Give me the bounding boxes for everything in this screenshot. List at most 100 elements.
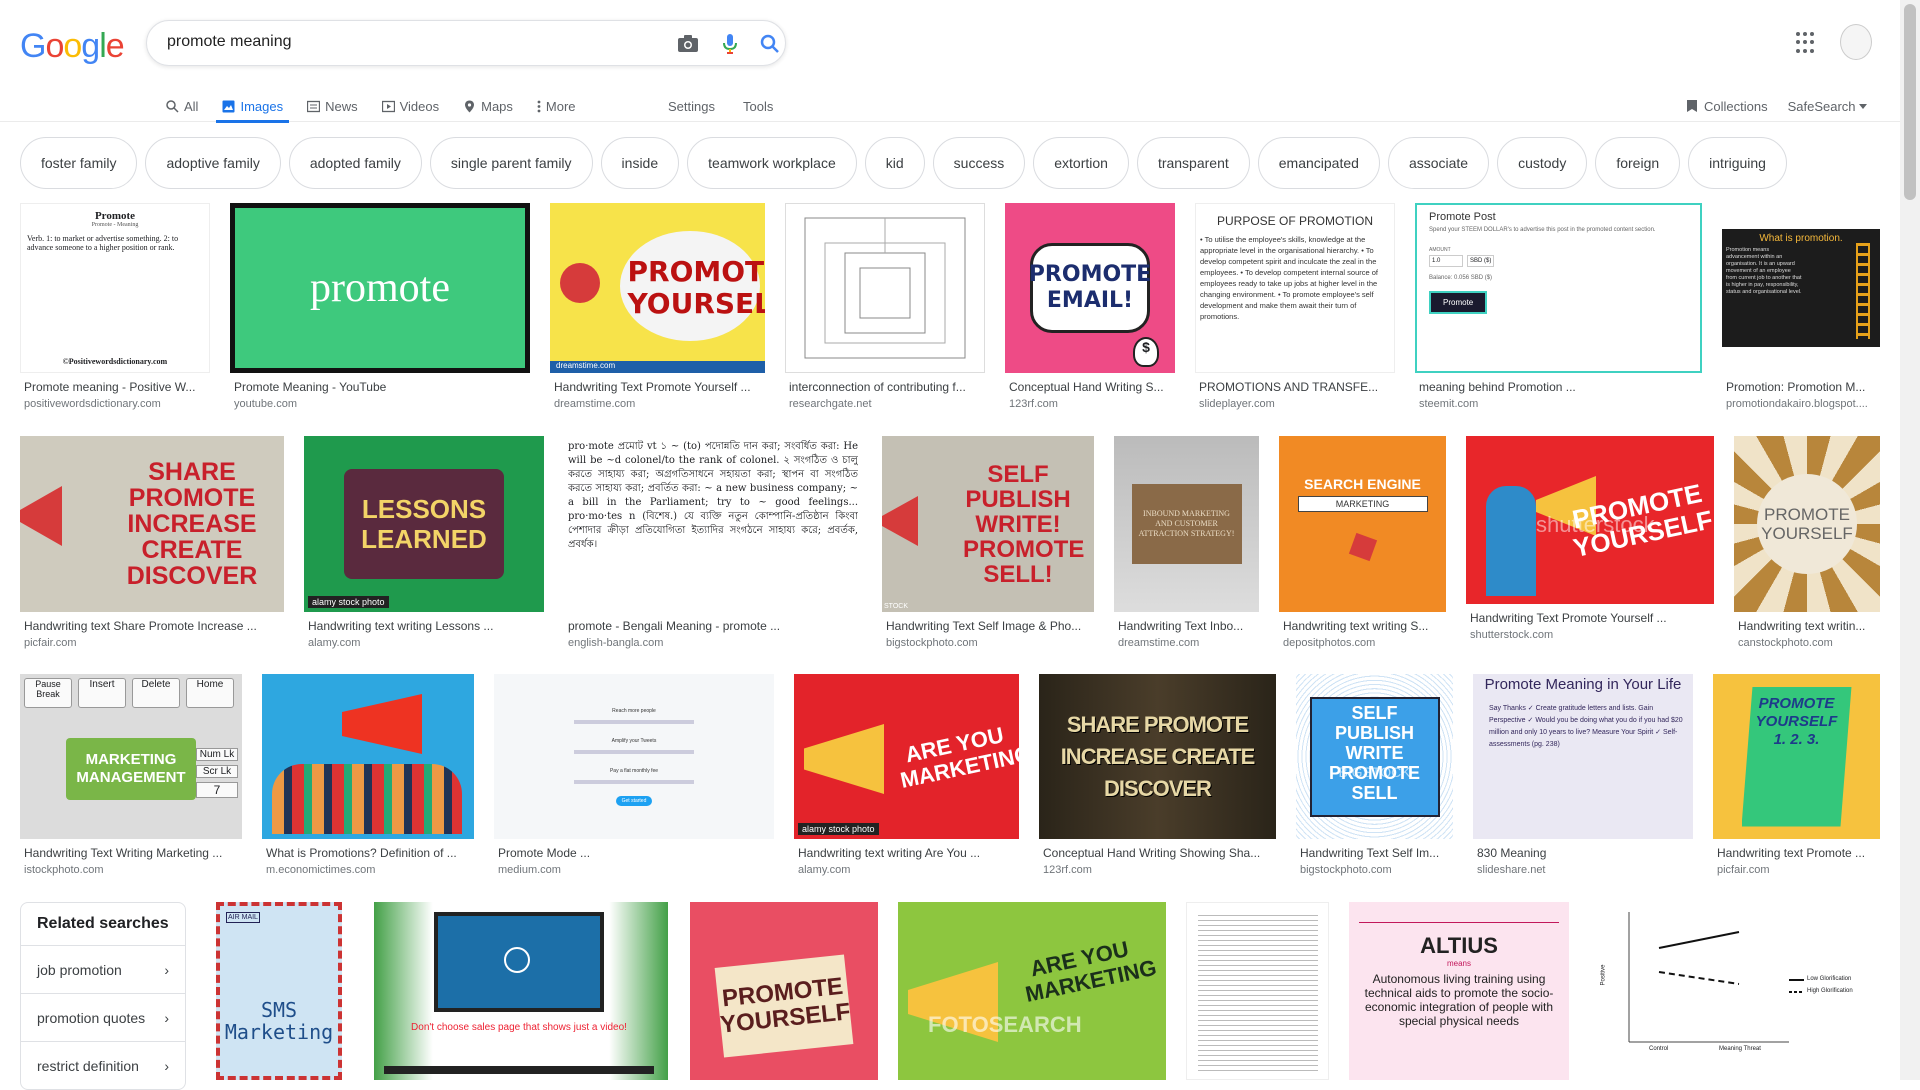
collections-button[interactable]: Collections	[1686, 99, 1768, 114]
result-title[interactable]: Handwriting Text Self Image & Pho...	[882, 619, 1094, 633]
tab-label: Videos	[399, 98, 440, 114]
chip[interactable]: emancipated	[1257, 137, 1380, 189]
chip[interactable]: teamwork workplace	[687, 137, 857, 189]
image-result[interactable]: What is promotion. Promotion means advan…	[1722, 203, 1880, 410]
chip[interactable]: adopted family	[288, 137, 422, 189]
result-title[interactable]: Handwriting Text Self Im...	[1296, 846, 1453, 860]
account-avatar[interactable]	[1840, 24, 1872, 60]
image-result[interactable]: SELF PUBLISH WRITE! PROMOTE SELL! STOCK …	[882, 436, 1094, 649]
result-title[interactable]: 830 Meaning	[1473, 846, 1693, 860]
image-result[interactable]: PROMOTE EMAIL! $ Conceptual Hand Writing…	[1005, 203, 1175, 410]
image-result[interactable]: ARE YOU MARKETING alamy stock photo Hand…	[794, 674, 1019, 876]
result-title[interactable]: interconnection of contributing f...	[785, 380, 985, 394]
image-result[interactable]: PROMOTE YOURSELF shutterstock Handwritin…	[1466, 436, 1714, 641]
thumb-text: • To utilise the employee's skills, know…	[1200, 235, 1379, 321]
related-search-item[interactable]: restrict definition ›	[21, 1041, 185, 1089]
search-icon[interactable]	[757, 31, 783, 57]
image-result[interactable]: SELF PUBLISH WRITE PROMOTE SELL BIGSTOCK…	[1296, 674, 1453, 876]
search-input[interactable]	[167, 33, 647, 51]
chip[interactable]: associate	[1387, 137, 1490, 189]
result-title[interactable]: Handwriting text writin...	[1734, 619, 1880, 633]
tab-news[interactable]: News	[307, 90, 358, 122]
result-title[interactable]: Conceptual Hand Writing Showing Sha...	[1039, 846, 1276, 860]
safesearch-button[interactable]: SafeSearch	[1788, 99, 1867, 114]
image-result[interactable]: Promote Promote - Meaning Verb. 1: to ma…	[20, 203, 210, 410]
image-result[interactable]: AIR MAIL SMS Marketing	[216, 902, 342, 1080]
chip[interactable]: success	[932, 137, 1026, 189]
image-result[interactable]: Reach more people Amplify your Tweets Pa…	[494, 674, 774, 876]
result-title[interactable]: promote - Bengali Meaning - promote ...	[564, 619, 862, 633]
tab-label: More	[545, 98, 576, 114]
image-result[interactable]: What is Promotions? Definition of ... m.…	[262, 674, 474, 876]
play-icon	[504, 947, 530, 973]
result-title[interactable]: PROMOTIONS AND TRANSFE...	[1195, 380, 1395, 394]
result-title[interactable]: Handwriting Text Promote Yourself ...	[550, 380, 765, 394]
result-title[interactable]: Handwriting text writing S...	[1279, 619, 1446, 633]
chip[interactable]: foreign	[1595, 137, 1681, 189]
image-result[interactable]: PROMOTE YOURSELF 1. 2. 3. Handwriting te…	[1713, 674, 1880, 876]
scrollbar-thumb[interactable]	[1904, 4, 1916, 200]
result-title[interactable]: Promotion: Promotion M...	[1722, 380, 1880, 394]
image-result[interactable]: LESSONS LEARNED alamy stock photo Handwr…	[304, 436, 544, 649]
image-result[interactable]: SHARE PROMOTE INCREASE CREATE DISCOVER H…	[20, 436, 284, 649]
chip[interactable]: custody	[1497, 137, 1588, 189]
settings-link[interactable]: Settings	[668, 99, 715, 114]
result-title[interactable]: Handwriting text writing Are You ...	[794, 846, 1019, 860]
image-result[interactable]: Promote Meaning in Your Life Say Thanks …	[1473, 674, 1693, 876]
image-result[interactable]: PROMOTE YOURSELF Handwriting text writin…	[1734, 436, 1880, 649]
image-result[interactable]: INBOUND MARKETING AND CUSTOMER ATTRACTIO…	[1114, 436, 1259, 649]
result-title[interactable]: Promote Meaning - YouTube	[230, 380, 530, 394]
image-result[interactable]: Low Glorification High Glorification Con…	[1589, 902, 1880, 1080]
tab-more[interactable]: More	[537, 90, 576, 122]
result-title[interactable]: meaning behind Promotion ...	[1415, 380, 1702, 394]
chip[interactable]: inside	[600, 137, 680, 189]
result-title[interactable]: Handwriting Text Writing Marketing ...	[20, 846, 242, 860]
result-title[interactable]: Promote meaning - Positive W...	[20, 380, 210, 394]
collections-label: Collections	[1704, 98, 1768, 114]
image-result[interactable]	[1186, 902, 1329, 1080]
result-title[interactable]: Handwriting text Share Promote Increase …	[20, 619, 284, 633]
chip[interactable]: intriguing	[1688, 137, 1787, 189]
image-result[interactable]: SEARCH ENGINE MARKETING Handwriting text…	[1279, 436, 1446, 649]
tab-all[interactable]: All	[166, 90, 198, 122]
result-title[interactable]: Handwriting text writing Lessons ...	[304, 619, 544, 633]
image-result[interactable]: Pause Break Insert Delete Home MARKETING…	[20, 674, 242, 876]
image-result[interactable]: Don't choose sales page that shows just …	[374, 902, 668, 1080]
chip[interactable]: single parent family	[429, 137, 593, 189]
chip[interactable]: foster family	[20, 137, 138, 189]
google-logo[interactable]: Google	[20, 27, 125, 66]
tab-images[interactable]: Images	[216, 90, 289, 123]
watermark: alamy stock photo	[798, 823, 879, 835]
related-search-item[interactable]: job promotion ›	[21, 945, 185, 993]
camera-icon[interactable]	[675, 31, 701, 57]
result-title[interactable]: What is Promotions? Definition of ...	[262, 846, 474, 860]
result-title[interactable]: Conceptual Hand Writing S...	[1005, 380, 1175, 394]
chip[interactable]: extortion	[1033, 137, 1129, 189]
legend-label: Low Glorification	[1807, 976, 1852, 982]
apps-grid-icon[interactable]	[1796, 32, 1818, 54]
result-title[interactable]: Promote Mode ...	[494, 846, 774, 860]
image-result[interactable]: PURPOSE OF PROMOTION • To utilise the em…	[1195, 203, 1395, 410]
tab-videos[interactable]: Videos	[381, 90, 440, 122]
image-result[interactable]: PROMOTE YOURSELF dreamstime.com Handwrit…	[550, 203, 765, 410]
image-result[interactable]: PROMOTE YOURSELF	[690, 902, 878, 1080]
image-result[interactable]: interconnection of contributing f... res…	[785, 203, 985, 410]
chip[interactable]: kid	[864, 137, 925, 189]
chip[interactable]: transparent	[1136, 137, 1250, 189]
microphone-icon[interactable]	[717, 31, 743, 57]
image-result[interactable]: ALTIUS means Autonomous living training …	[1349, 902, 1569, 1080]
image-result[interactable]: pro·mote প্রমোট vt ১ ~ (to) পদোন্নতি দান…	[564, 436, 862, 649]
tools-link[interactable]: Tools	[743, 99, 773, 114]
image-result[interactable]: Promote Post Spend your STEEM DOLLAR's t…	[1415, 203, 1702, 410]
page-scrollbar[interactable]	[1900, 0, 1920, 1080]
result-title[interactable]: Handwriting Text Promote Yourself ...	[1466, 611, 1714, 625]
chip[interactable]: adoptive family	[145, 137, 281, 189]
image-result[interactable]: promote Promote Meaning - YouTube youtub…	[230, 203, 530, 410]
image-result[interactable]: ARE YOU MARKETING FOTOSEARCH	[898, 902, 1166, 1080]
result-title[interactable]: Handwriting text Promote ...	[1713, 846, 1880, 860]
related-search-item[interactable]: promotion quotes ›	[21, 993, 185, 1041]
image-result[interactable]: SHARE PROMOTE INCREASE CREATE DISCOVER C…	[1039, 674, 1276, 876]
thumb-text: MARKETING MANAGEMENT	[66, 737, 196, 800]
tab-maps[interactable]: Maps	[463, 90, 513, 122]
result-title[interactable]: Handwriting Text Inbo...	[1114, 619, 1259, 633]
